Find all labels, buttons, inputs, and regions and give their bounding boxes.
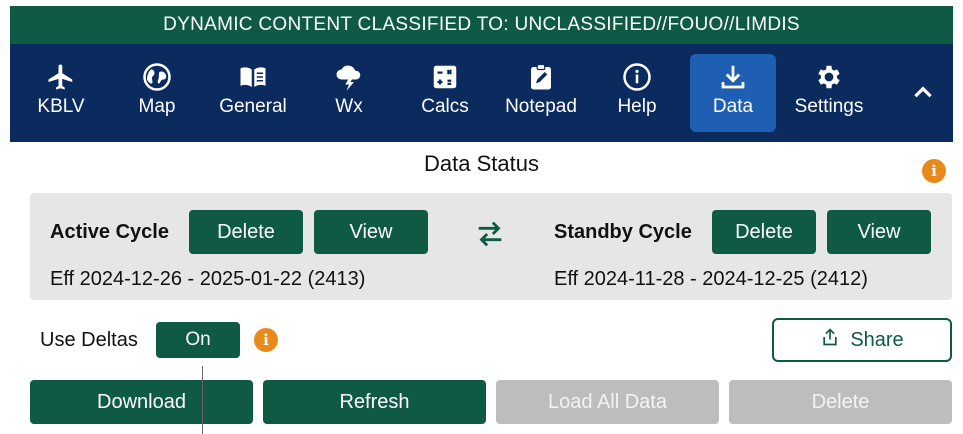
nav-item-kblv[interactable]: KBLV <box>18 54 104 132</box>
globe-icon <box>142 62 172 92</box>
nav-item-general[interactable]: General <box>210 54 296 132</box>
standby-cycle-effective-dates: Eff 2024-11-28 - 2024-12-25 (2412) <box>554 268 868 290</box>
data-status-title: Data Status <box>424 151 539 176</box>
refresh-button[interactable]: Refresh <box>263 380 486 424</box>
swap-arrows-icon <box>473 217 507 256</box>
standby-view-button[interactable]: View <box>827 210 931 254</box>
collapse-nav-button[interactable] <box>906 78 940 112</box>
delete-all-button[interactable]: Delete <box>729 380 952 424</box>
share-button[interactable]: Share <box>772 318 952 362</box>
swap-cycles-button[interactable] <box>472 218 508 254</box>
nav-label-map: Map <box>138 96 176 117</box>
data-status-info-icon[interactable]: i <box>922 159 946 183</box>
use-deltas-info-icon[interactable]: i <box>254 328 278 352</box>
nav-label-notepad: Notepad <box>505 96 577 117</box>
airplane-icon <box>46 62 76 92</box>
classification-banner: DYNAMIC CONTENT CLASSIFIED TO: UNCLASSIF… <box>10 6 953 44</box>
load-all-data-button[interactable]: Load All Data <box>496 380 719 424</box>
app-frame: DYNAMIC CONTENT CLASSIFIED TO: UNCLASSIF… <box>10 6 953 434</box>
share-label: Share <box>850 328 904 351</box>
gear-icon <box>814 62 844 92</box>
active-cycle-label: Active Cycle <box>50 221 169 243</box>
nav-label-data: Data <box>712 96 754 117</box>
nav-item-calcs[interactable]: Calcs <box>402 54 488 132</box>
standby-delete-button[interactable]: Delete <box>712 210 816 254</box>
nav-label-calcs: Calcs <box>421 96 469 117</box>
active-view-button[interactable]: View <box>314 210 428 254</box>
nav-label-general: General <box>219 96 287 117</box>
nav-label-kblv: KBLV <box>37 96 85 117</box>
active-delete-button[interactable]: Delete <box>189 210 303 254</box>
nav-label-wx: Wx <box>335 96 363 117</box>
cursor-line <box>202 366 203 434</box>
standby-cycle-label: Standby Cycle <box>554 221 692 243</box>
classification-text: DYNAMIC CONTENT CLASSIFIED TO: UNCLASSIF… <box>163 14 800 35</box>
main-navbar: KBLV Map General Wx Calcs Notepad Help D… <box>10 44 953 142</box>
download-icon <box>718 62 748 92</box>
storm-cloud-icon <box>334 62 364 92</box>
share-icon <box>820 327 840 353</box>
calculator-icon <box>430 62 460 92</box>
active-cycle-effective-dates: Eff 2024-12-26 - 2025-01-22 (2413) <box>50 268 366 290</box>
download-button[interactable]: Download <box>30 380 253 424</box>
nav-item-settings[interactable]: Settings <box>786 54 872 132</box>
book-icon <box>238 62 268 92</box>
nav-item-data[interactable]: Data <box>690 54 776 132</box>
notepad-icon <box>526 62 556 92</box>
nav-item-notepad[interactable]: Notepad <box>498 54 584 132</box>
use-deltas-label: Use Deltas <box>40 329 138 351</box>
nav-item-help[interactable]: Help <box>594 54 680 132</box>
nav-label-settings: Settings <box>794 96 864 117</box>
nav-item-wx[interactable]: Wx <box>306 54 392 132</box>
nav-item-map[interactable]: Map <box>114 54 200 132</box>
use-deltas-toggle[interactable]: On <box>156 322 240 358</box>
info-icon <box>622 62 652 92</box>
chevron-up-icon <box>910 80 936 111</box>
nav-label-help: Help <box>617 96 657 117</box>
